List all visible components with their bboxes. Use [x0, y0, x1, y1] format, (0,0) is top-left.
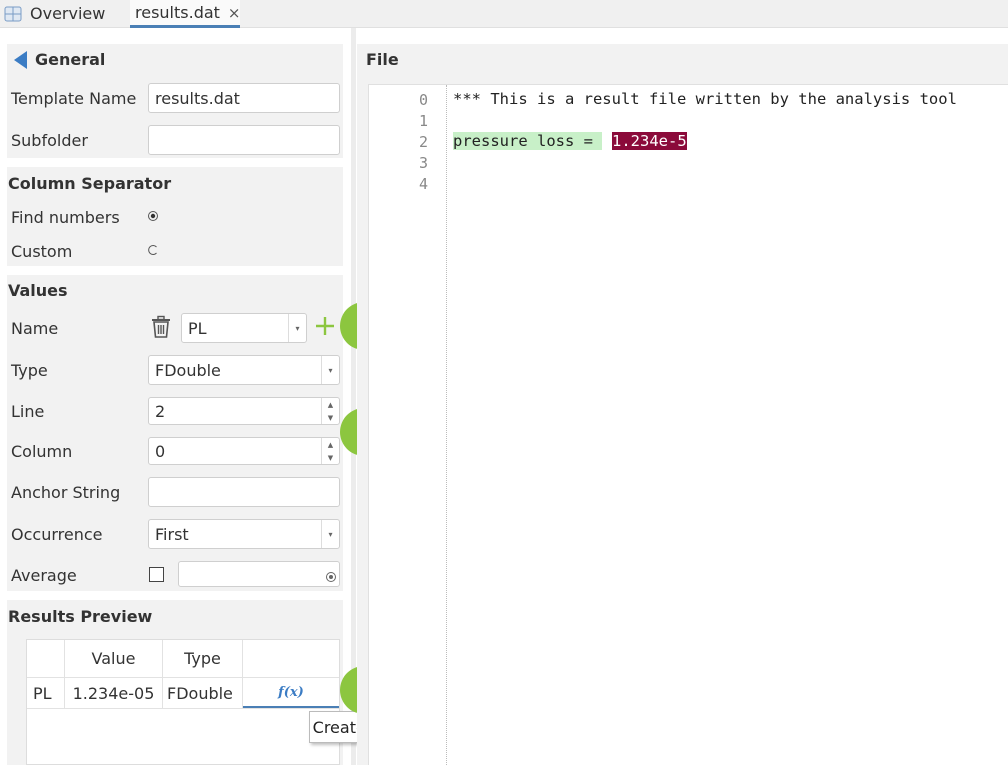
- type-select-value: FDouble: [155, 360, 221, 380]
- overview-grid-icon: [4, 5, 22, 23]
- tab-overview[interactable]: Overview: [0, 0, 126, 27]
- template-name-label: Template Name: [11, 89, 137, 108]
- spin-down-icon[interactable]: ▼: [322, 451, 339, 464]
- panel-divider[interactable]: [351, 28, 356, 765]
- line-number: 1: [418, 112, 428, 130]
- column-value: 0: [155, 441, 166, 461]
- plus-icon[interactable]: [314, 315, 336, 337]
- row-type-cell: FDouble: [167, 683, 233, 703]
- custom-label: Custom: [11, 242, 73, 261]
- trash-icon[interactable]: [150, 315, 172, 339]
- template-name-value: results.dat: [155, 88, 240, 108]
- settings-icon[interactable]: [325, 568, 337, 582]
- file-header: File: [366, 50, 399, 69]
- table-row-divider: [27, 708, 339, 709]
- line-number: 2: [418, 133, 428, 151]
- spin-up-icon[interactable]: ▲: [322, 398, 339, 411]
- spin-up-icon[interactable]: ▲: [322, 438, 339, 451]
- type-label: Type: [11, 361, 48, 380]
- line-spinner[interactable]: 2 ▲ ▼: [148, 397, 340, 425]
- subfolder-input[interactable]: [148, 125, 340, 155]
- name-label: Name: [11, 319, 59, 338]
- average-checkbox[interactable]: [149, 567, 164, 582]
- chevron-down-icon[interactable]: ▾: [321, 356, 339, 384]
- line-value: 2: [155, 401, 166, 421]
- values-header: Values: [8, 281, 68, 300]
- column-spinner-buttons[interactable]: ▲ ▼: [321, 438, 339, 464]
- occurrence-label: Occurrence: [11, 525, 103, 544]
- column-label: Column: [11, 442, 73, 461]
- gutter-divider: [446, 85, 447, 765]
- fx-icon[interactable]: f(x): [243, 678, 339, 708]
- template-name-input[interactable]: results.dat: [148, 83, 340, 113]
- line-label: Line: [11, 402, 45, 421]
- name-select-value: PL: [188, 318, 207, 338]
- spin-down-icon[interactable]: ▼: [322, 411, 339, 424]
- tab-overview-label: Overview: [30, 4, 106, 23]
- average-input[interactable]: [178, 561, 340, 587]
- file-panel-margin: [357, 84, 368, 765]
- chevron-down-icon[interactable]: ▾: [288, 314, 306, 342]
- find-numbers-label: Find numbers: [11, 208, 120, 227]
- file-header-bar: [357, 44, 1008, 84]
- occurrence-select[interactable]: First ▾: [148, 519, 340, 549]
- average-label: Average: [11, 566, 77, 585]
- chevron-down-icon[interactable]: ▾: [321, 520, 339, 548]
- custom-radio[interactable]: [147, 244, 159, 256]
- anchor-string-input[interactable]: [148, 477, 340, 507]
- occurrence-select-value: First: [155, 524, 189, 544]
- anchor-string-label: Anchor String: [11, 483, 121, 502]
- tab-results-label: results.dat: [135, 3, 220, 22]
- tab-results-dat[interactable]: results.dat ×: [130, 0, 241, 28]
- column-header-value[interactable]: Value: [65, 640, 162, 677]
- find-numbers-radio[interactable]: [147, 210, 159, 222]
- line-number: 0: [418, 91, 428, 109]
- name-select[interactable]: PL ▾: [181, 313, 307, 343]
- subfolder-label: Subfolder: [11, 131, 88, 150]
- general-header: General: [35, 50, 106, 69]
- code-editor[interactable]: [368, 84, 1008, 765]
- code-highlight-value[interactable]: 1.234e-5: [612, 132, 687, 150]
- type-select[interactable]: FDouble ▾: [148, 355, 340, 385]
- line-number: 4: [418, 175, 428, 193]
- close-icon[interactable]: ×: [228, 4, 241, 22]
- row-name-cell: PL: [33, 683, 52, 703]
- column-separator-header: Column Separator: [8, 174, 172, 193]
- line-spinner-buttons[interactable]: ▲ ▼: [321, 398, 339, 424]
- code-line-2-match: pressure loss =: [453, 132, 603, 150]
- row-value-cell: 1.234e-05: [72, 683, 155, 703]
- column-spinner[interactable]: 0 ▲ ▼: [148, 437, 340, 465]
- line-number: 3: [418, 154, 428, 172]
- results-preview-header: Results Preview: [8, 607, 153, 626]
- code-line-0: *** This is a result file written by the…: [453, 90, 957, 108]
- back-triangle-icon[interactable]: [13, 51, 29, 69]
- column-header-type[interactable]: Type: [163, 640, 242, 677]
